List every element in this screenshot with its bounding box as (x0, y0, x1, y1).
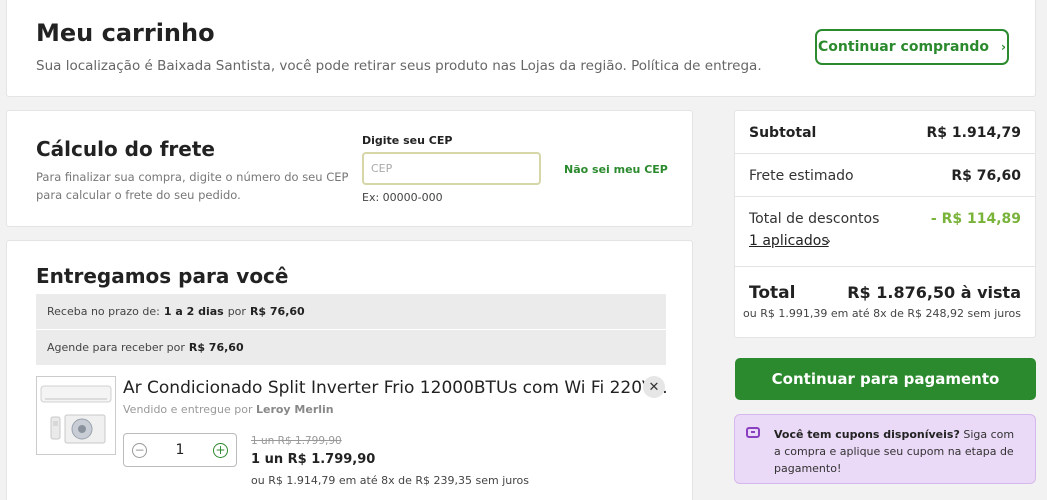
product-seller: Vendido e entregue por Leroy Merlin (123, 403, 334, 416)
total-label: Total (749, 283, 796, 303)
total-row: Total R$ 1.876,50 à vista ou R$ 1.991,39… (735, 267, 1035, 339)
seller-name: Leroy Merlin (255, 403, 334, 416)
product-price-current: 1 un R$ 1.799,90 (251, 452, 376, 467)
product-installments: ou R$ 1.914,79 em até 8x de R$ 239,35 se… (251, 474, 529, 487)
shipping-estimate-value: R$ 76,60 (951, 168, 1021, 184)
subtotal-label: Subtotal (749, 125, 817, 141)
delivery-option-scheduled[interactable]: Agende para receber por R$ 76,60 (36, 330, 666, 365)
ticket-icon (746, 427, 760, 438)
location-subtitle: Sua localização é Baixada Santista, você… (36, 58, 762, 74)
chevron-right-icon: › (1001, 40, 1006, 54)
product-image[interactable] (36, 376, 116, 455)
product-name[interactable]: Ar Condicionado Split Inverter Frio 1200… (123, 378, 668, 398)
quantity-value[interactable]: 1 (176, 442, 185, 458)
plus-circle-icon[interactable]: + (212, 442, 228, 458)
continue-shopping-label: Continuar comprando (818, 39, 990, 55)
order-summary: Subtotal R$ 1.914,79 Frete estimado R$ 7… (734, 110, 1036, 338)
continue-shopping-button[interactable]: Continuar comprando › (815, 29, 1009, 65)
cep-example: Ex: 00000-000 (362, 191, 443, 204)
shipping-calculator: Cálculo do frete Para finalizar sua comp… (6, 110, 693, 227)
remove-item-button[interactable]: ✕ (643, 376, 665, 398)
cep-label: Digite seu CEP (362, 134, 453, 147)
coupon-bold-text: Você tem cupons disponíveis? (774, 428, 960, 441)
cart-header: Meu carrinho Sua localização é Baixada S… (6, 0, 1036, 97)
product-price-original: 1 un R$ 1.799,90 (251, 435, 342, 447)
page-title: Meu carrinho (36, 19, 215, 47)
delivery-section: Entregamos para você Receba no prazo de:… (6, 240, 693, 500)
total-installments: ou R$ 1.991,39 em até 8x de R$ 248,92 se… (743, 307, 1021, 320)
discounts-label: Total de descontos (749, 211, 880, 227)
quantity-stepper: − 1 + (123, 433, 237, 467)
minus-circle-icon[interactable]: − (132, 442, 147, 458)
applied-discounts-link[interactable]: 1 aplicados (749, 233, 829, 249)
delivery-option-standard[interactable]: Receba no prazo de: 1 a 2 dias por R$ 76… (36, 294, 666, 329)
shipping-description: Para finalizar sua compra, digite o núme… (36, 170, 349, 202)
delivery-option-price: R$ 76,60 (188, 341, 244, 354)
chevron-right-icon[interactable]: › (826, 234, 831, 248)
delivery-option-price: R$ 76,60 (249, 305, 305, 318)
discounts-value: - R$ 114,89 (930, 211, 1021, 227)
delivery-option-prefix: Agende para receber por (47, 341, 185, 354)
discounts-row: Total de descontos - R$ 114,89 1 aplicad… (735, 197, 1035, 267)
shipping-title: Cálculo do frete (36, 137, 215, 161)
seller-prefix: Vendido e entregue por (123, 403, 253, 416)
delivery-option-days: 1 a 2 dias (163, 305, 224, 318)
delivery-option-prefix: Receba no prazo de: (47, 305, 160, 318)
shipping-estimate-label: Frete estimado (749, 168, 854, 184)
dont-know-cep-link[interactable]: Não sei meu CEP (564, 163, 668, 176)
shipping-row: Frete estimado R$ 76,60 (735, 154, 1035, 197)
cep-input[interactable] (362, 152, 541, 185)
subtotal-row: Subtotal R$ 1.914,79 (735, 111, 1035, 154)
subtotal-value: R$ 1.914,79 (926, 125, 1021, 141)
coupon-notice: Você tem cupons disponíveis? Siga com a … (734, 414, 1036, 484)
coupon-text: Você tem cupons disponíveis? Siga com a … (774, 426, 1024, 477)
delivery-option-mid: por (227, 305, 246, 318)
delivery-title: Entregamos para você (36, 264, 289, 288)
continue-to-payment-button[interactable]: Continuar para pagamento (735, 358, 1036, 400)
total-value: R$ 1.876,50 à vista (847, 283, 1021, 302)
air-conditioner-image (40, 385, 112, 444)
close-icon: ✕ (648, 379, 660, 395)
